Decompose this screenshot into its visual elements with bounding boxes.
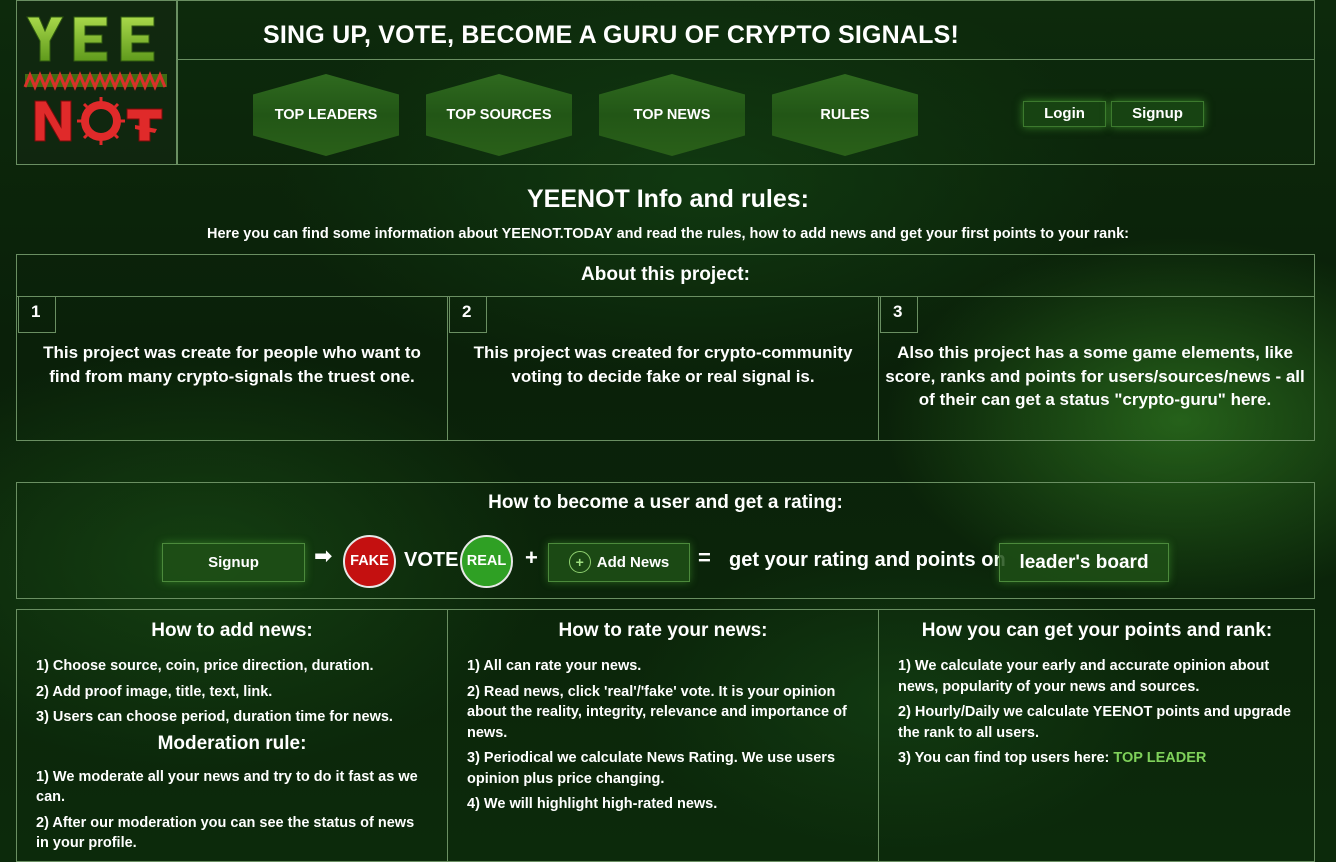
login-button[interactable]: Login bbox=[1023, 101, 1106, 127]
plus-circle-icon: + bbox=[568, 551, 591, 574]
about-item-number: 1 bbox=[18, 297, 56, 333]
howto-title: How to become a user and get a rating: bbox=[488, 492, 843, 513]
list-item: 1) We moderate all your news and try to … bbox=[36, 768, 418, 806]
list-item: 2) Hourly/Daily we calculate YEENOT poin… bbox=[898, 704, 1291, 741]
moderation-list: 1) We moderate all your news and try to … bbox=[17, 767, 447, 854]
about-item-text: This project was create for people who w… bbox=[43, 343, 421, 386]
list-item: 4) We will highlight high-rated news. bbox=[467, 796, 718, 812]
nav-label: TOP NEWS bbox=[633, 107, 711, 123]
nav-top-leaders[interactable]: TOP LEADERS bbox=[253, 74, 399, 156]
points-column: How you can get your points and rank: 1)… bbox=[879, 610, 1315, 856]
site-logo[interactable] bbox=[16, 0, 177, 165]
column-title: How to rate your news: bbox=[558, 620, 768, 641]
add-news-label: Add News bbox=[596, 554, 670, 571]
add-news-button[interactable]: + Add News bbox=[548, 543, 690, 582]
about-item-number: 3 bbox=[880, 297, 918, 333]
list-item: 3) Users can choose period, duration tim… bbox=[36, 709, 393, 725]
flow-signup-button[interactable]: Signup bbox=[162, 543, 305, 582]
about-item-text: Also this project has a some game elemen… bbox=[885, 343, 1305, 409]
about-item-text: This project was created for crypto-comm… bbox=[473, 343, 853, 386]
nav-top-news[interactable]: TOP NEWS bbox=[599, 74, 745, 156]
list-item: 2) After our moderation you can see the … bbox=[36, 814, 415, 852]
about-item: 1 This project was create for people who… bbox=[17, 297, 447, 441]
rules-columns: How to add news: 1) Choose source, coin,… bbox=[16, 609, 1315, 862]
top-leader-link[interactable]: TOP LEADER bbox=[1113, 750, 1206, 766]
vote-label: VOTE bbox=[404, 549, 459, 571]
about-item-number: 2 bbox=[449, 297, 487, 333]
real-vote-button[interactable]: REAL bbox=[460, 535, 513, 588]
arrow-right-icon: ➡ bbox=[314, 543, 333, 568]
about-title: About this project: bbox=[17, 255, 1314, 297]
about-item: 2 This project was created for crypto-co… bbox=[448, 297, 878, 441]
points-list: 1) We calculate your early and accurate … bbox=[879, 656, 1315, 769]
list-item: 1) Choose source, coin, price direction,… bbox=[36, 658, 374, 674]
signup-button[interactable]: Signup bbox=[1111, 101, 1204, 127]
list-item: 2) Add proof image, title, text, link. bbox=[36, 683, 273, 700]
nav-label: TOP SOURCES bbox=[446, 107, 552, 123]
about-item: 3 Also this project has a some game elem… bbox=[879, 297, 1315, 441]
leaders-board-button[interactable]: leader's board bbox=[999, 543, 1169, 582]
nav-rules[interactable]: RULES bbox=[772, 74, 918, 156]
add-news-list: 1) Choose source, coin, price direction,… bbox=[17, 656, 447, 728]
header: SING UP, VOTE, BECOME A GURU OF CRYPTO S… bbox=[177, 0, 1315, 165]
nav-label: RULES bbox=[820, 107, 870, 123]
about-section: About this project: 1 This project was c… bbox=[16, 254, 1315, 441]
list-item: 2) Read news, click 'real'/'fake' vote. … bbox=[467, 683, 847, 741]
list-item: 3) You can find top users here: TOP LEAD… bbox=[898, 748, 1297, 769]
header-divider bbox=[178, 59, 1314, 60]
page-subtitle: Here you can find some information about… bbox=[207, 226, 1129, 242]
rate-news-column: How to rate your news: 1) All can rate y… bbox=[448, 610, 878, 856]
nav-label: TOP LEADERS bbox=[274, 107, 378, 123]
page-title: YEENOT Info and rules: bbox=[527, 185, 809, 213]
rate-news-list: 1) All can rate your news. 2) Read news,… bbox=[448, 656, 878, 815]
column-title: How you can get your points and rank: bbox=[921, 620, 1273, 641]
rating-result-text: get your rating and points on bbox=[729, 549, 1006, 571]
equals-sign: = bbox=[698, 545, 711, 570]
how-to-become-user-section: How to become a user and get a rating: S… bbox=[16, 482, 1315, 599]
column-title: How to add news: bbox=[151, 620, 313, 641]
add-news-column: How to add news: 1) Choose source, coin,… bbox=[17, 610, 447, 856]
plus-sign: + bbox=[525, 545, 538, 570]
moderation-title: Moderation rule: bbox=[157, 732, 307, 754]
site-tagline: SING UP, VOTE, BECOME A GURU OF CRYPTO S… bbox=[263, 21, 960, 49]
yeenot-logo-graphic bbox=[23, 16, 167, 145]
nav-top-sources[interactable]: TOP SOURCES bbox=[426, 74, 572, 156]
fake-vote-button[interactable]: FAKE bbox=[343, 535, 396, 588]
list-item: 1) We calculate your early and accurate … bbox=[898, 658, 1270, 695]
list-item: 1) All can rate your news. bbox=[467, 658, 642, 674]
list-item-text: 3) You can find top users here: bbox=[898, 750, 1110, 766]
list-item: 3) Periodical we calculate News Rating. … bbox=[467, 750, 836, 787]
